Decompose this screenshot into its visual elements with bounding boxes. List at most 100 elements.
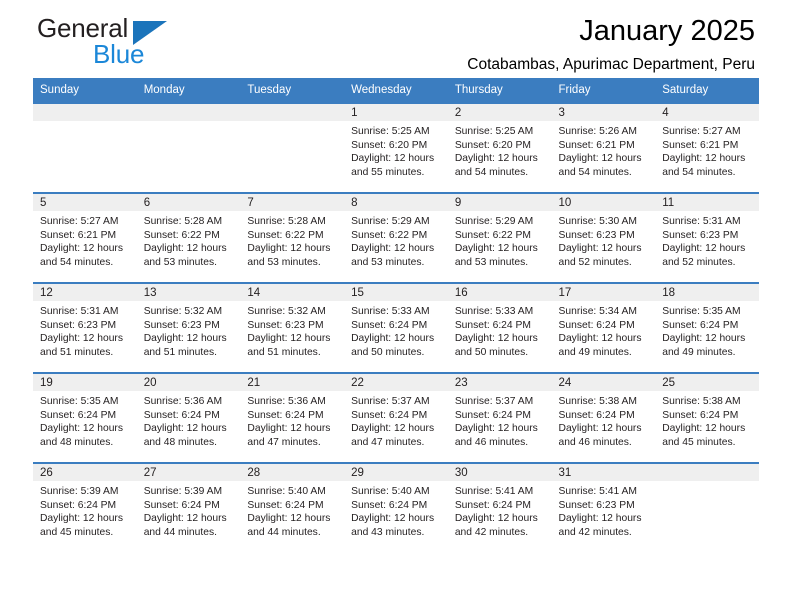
daylight-duration-line1: Daylight: 12 hours [558,243,642,255]
sunset-time: Sunset: 6:24 PM [454,499,531,511]
calendar-day-cell[interactable]: 1 Sunrise: 5:25 AM Sunset: 6:20 PM Daylight… [344,102,448,193]
sunset-time: Sunset: 6:20 PM [454,139,531,151]
weekday-header-friday: Friday [551,78,656,103]
calendar-day-cell[interactable]: 24 Sunrise: 5:38 AM Sunset: 6:24 PM Dayligh… [551,372,656,463]
calendar-day-cell[interactable]: 3 Sunrise: 5:26 AM Sunset: 6:21 PM Daylight… [551,102,656,193]
daylight-duration-line1: Daylight: 12 hours [558,423,642,435]
calendar-day-cell[interactable]: 2 Sunrise: 5:25 AM Sunset: 6:20 PM Daylight… [447,102,552,193]
calendar-day-cell[interactable]: 30 Sunrise: 5:41 AM Sunset: 6:24 PM Dayligh… [447,462,552,552]
calendar-day-cell[interactable]: 26 Sunrise: 5:39 AM Sunset: 6:24 PM Dayligh… [33,462,137,552]
calendar-day-cell[interactable]: 11 Sunrise: 5:31 AM Sunset: 6:23 PM Dayligh… [655,192,759,283]
sunset-time: Sunset: 6:23 PM [40,319,117,331]
calendar-day-cell[interactable]: 17 Sunrise: 5:34 AM Sunset: 6:24 PM Dayligh… [551,282,656,373]
sunrise-time: Sunrise: 5:25 AM [351,126,430,137]
calendar-day-cell[interactable]: 9 Sunrise: 5:29 AM Sunset: 6:22 PM Daylight… [447,192,552,283]
day-number: 23 [447,374,552,391]
calendar-day-cell[interactable]: 18 Sunrise: 5:35 AM Sunset: 6:24 PM Dayligh… [655,282,759,373]
calendar-day-cell[interactable]: 25 Sunrise: 5:38 AM Sunset: 6:24 PM Dayligh… [655,372,759,463]
sunrise-time: Sunrise: 5:41 AM [454,486,534,497]
day-number: 16 [447,284,552,301]
calendar-week-row: 19 Sunrise: 5:35 AM Sunset: 6:24 PM Dayligh… [33,372,759,463]
day-details: Sunrise: 5:27 AM Sunset: 6:21 PM Daylight:… [655,121,759,179]
daylight-duration-line1: Daylight: 12 hours [247,333,331,345]
day-number: 29 [344,464,448,481]
calendar-day-cell[interactable]: 23 Sunrise: 5:37 AM Sunset: 6:24 PM Dayligh… [447,372,552,463]
calendar-day-cell[interactable]: 4 Sunrise: 5:27 AM Sunset: 6:21 PM Daylight… [655,102,759,193]
daylight-duration-line1: Daylight: 12 hours [351,423,435,435]
daylight-duration-line2: and 51 minutes. [40,346,114,358]
day-number: 30 [447,464,552,481]
sunset-time: Sunset: 6:24 PM [40,499,117,511]
calendar-day-cell[interactable]: 19 Sunrise: 5:35 AM Sunset: 6:24 PM Dayligh… [33,372,137,463]
calendar-day-cell[interactable]: 21 Sunrise: 5:36 AM Sunset: 6:24 PM Dayligh… [240,372,345,463]
day-number: 6 [136,194,241,211]
daylight-duration-line1: Daylight: 12 hours [351,333,435,345]
daylight-duration-line1: Daylight: 12 hours [454,423,538,435]
day-number: 21 [240,374,345,391]
title-block: January 2025 Cotabambas, Apurimac Depart… [467,14,755,76]
calendar-day-cell[interactable]: 12 Sunrise: 5:31 AM Sunset: 6:23 PM Dayligh… [33,282,137,373]
sunset-time: Sunset: 6:24 PM [454,409,531,421]
day-number [240,104,345,121]
day-details: Sunrise: 5:39 AM Sunset: 6:24 PM Daylight:… [137,481,241,539]
sunrise-time: Sunrise: 5:37 AM [351,396,430,407]
calendar-week-row: 5 Sunrise: 5:27 AM Sunset: 6:21 PM Daylight… [33,192,759,283]
calendar-day-cell[interactable]: 31 Sunrise: 5:41 AM Sunset: 6:23 PM Dayligh… [551,462,656,552]
daylight-duration-line1: Daylight: 12 hours [40,333,123,345]
calendar-day-cell[interactable]: 10 Sunrise: 5:30 AM Sunset: 6:23 PM Dayligh… [551,192,656,283]
calendar-day-cell[interactable]: 6 Sunrise: 5:28 AM Sunset: 6:22 PM Daylight… [136,192,241,283]
sunrise-time: Sunrise: 5:33 AM [351,306,430,317]
sunrise-time: Sunrise: 5:38 AM [558,396,637,407]
day-number: 18 [655,284,759,301]
daylight-duration-line2: and 45 minutes. [662,436,736,448]
calendar-day-cell[interactable]: 13 Sunrise: 5:32 AM Sunset: 6:23 PM Dayligh… [136,282,241,373]
day-number: 1 [344,104,448,121]
calendar-day-cell[interactable]: 5 Sunrise: 5:27 AM Sunset: 6:21 PM Daylight… [33,192,137,283]
calendar-day-cell[interactable]: 27 Sunrise: 5:39 AM Sunset: 6:24 PM Dayligh… [136,462,241,552]
calendar-page: General Blue January 2025 Cotabambas, Ap… [0,0,792,612]
sunset-time: Sunset: 6:23 PM [662,229,739,241]
day-details: Sunrise: 5:30 AM Sunset: 6:23 PM Daylight:… [552,211,656,269]
daylight-duration-line1: Daylight: 12 hours [40,513,123,525]
day-details: Sunrise: 5:38 AM Sunset: 6:24 PM Daylight:… [655,391,759,449]
calendar-day-cell[interactable]: 28 Sunrise: 5:40 AM Sunset: 6:24 PM Dayligh… [240,462,345,552]
day-number: 27 [136,464,241,481]
sunrise-time: Sunrise: 5:39 AM [40,486,119,497]
sunrise-time: Sunrise: 5:36 AM [247,396,326,407]
day-details: Sunrise: 5:34 AM Sunset: 6:24 PM Daylight:… [552,301,656,359]
day-details: Sunrise: 5:35 AM Sunset: 6:24 PM Daylight:… [33,391,137,449]
calendar-day-cell[interactable]: 22 Sunrise: 5:37 AM Sunset: 6:24 PM Dayligh… [344,372,448,463]
daylight-duration-line1: Daylight: 12 hours [143,423,227,435]
sunset-time: Sunset: 6:24 PM [662,409,739,421]
daylight-duration-line2: and 48 minutes. [143,436,217,448]
sunset-time: Sunset: 6:24 PM [247,409,324,421]
sunset-time: Sunset: 6:22 PM [351,229,428,241]
calendar-day-cell[interactable]: 7 Sunrise: 5:28 AM Sunset: 6:22 PM Daylight… [240,192,345,283]
logo-text-blue: Blue [93,39,145,69]
page-title: January 2025 [579,15,755,47]
sunset-time: Sunset: 6:22 PM [247,229,324,241]
day-details: Sunrise: 5:25 AM Sunset: 6:20 PM Daylight:… [344,121,448,179]
calendar-day-cell[interactable]: 8 Sunrise: 5:29 AM Sunset: 6:22 PM Daylight… [344,192,448,283]
calendar-empty-cell [655,462,759,552]
calendar-day-cell[interactable]: 14 Sunrise: 5:32 AM Sunset: 6:23 PM Dayligh… [240,282,345,373]
calendar-day-cell[interactable]: 29 Sunrise: 5:40 AM Sunset: 6:24 PM Dayligh… [344,462,448,552]
calendar-week-row: 1 Sunrise: 5:25 AM Sunset: 6:20 PM Daylight… [33,102,759,193]
day-number: 3 [551,104,656,121]
calendar-day-cell[interactable]: 15 Sunrise: 5:33 AM Sunset: 6:24 PM Dayligh… [344,282,448,373]
sunrise-time: Sunrise: 5:41 AM [558,486,637,497]
daylight-duration-line2: and 49 minutes. [662,346,736,358]
calendar-day-cell[interactable]: 20 Sunrise: 5:36 AM Sunset: 6:24 PM Dayligh… [136,372,241,463]
day-number: 7 [240,194,345,211]
day-details: Sunrise: 5:41 AM Sunset: 6:23 PM Daylight:… [552,481,656,539]
daylight-duration-line2: and 47 minutes. [247,436,321,448]
sunset-time: Sunset: 6:24 PM [558,319,635,331]
sunset-time: Sunset: 6:24 PM [351,409,428,421]
sunrise-time: Sunrise: 5:27 AM [662,126,741,137]
day-details: Sunrise: 5:37 AM Sunset: 6:24 PM Daylight:… [344,391,448,449]
daylight-duration-line2: and 44 minutes. [247,526,321,538]
sunset-time: Sunset: 6:24 PM [662,319,739,331]
generalblue-logo[interactable]: General Blue [37,13,217,69]
calendar-day-cell[interactable]: 16 Sunrise: 5:33 AM Sunset: 6:24 PM Dayligh… [447,282,552,373]
sunset-time: Sunset: 6:21 PM [40,229,117,241]
